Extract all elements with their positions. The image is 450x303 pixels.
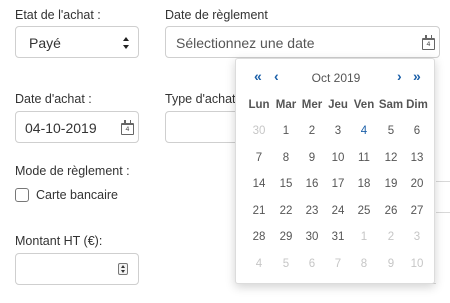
calendar-day[interactable]: 11 <box>351 152 377 164</box>
calendar-day[interactable]: 20 <box>404 178 430 190</box>
date-reglement-input[interactable]: Sélectionnez une date 4 <box>165 26 440 58</box>
date-achat-input[interactable]: 04-10-2019 4 <box>15 111 139 143</box>
calendar-day[interactable]: 6 <box>299 258 325 270</box>
field-edge <box>436 181 450 182</box>
calendar-day[interactable]: 24 <box>325 205 351 217</box>
calendar-day[interactable]: 29 <box>273 231 299 243</box>
etat-achat-label: Etat de l'achat : <box>15 8 101 22</box>
calendar-icon[interactable]: 4 <box>121 120 134 135</box>
calendar-day[interactable]: 9 <box>378 258 404 270</box>
calendar-day[interactable]: 26 <box>378 205 404 217</box>
calendar-day[interactable]: 19 <box>378 178 404 190</box>
weekday-header: Mar <box>275 99 297 111</box>
calendar-day[interactable]: 3 <box>404 231 430 243</box>
calendar-day[interactable]: 17 <box>325 178 351 190</box>
calendar-day[interactable]: 23 <box>299 205 325 217</box>
calendar-day[interactable]: 27 <box>404 205 430 217</box>
chevron-updown-icon <box>123 37 130 49</box>
calendar-day[interactable]: 25 <box>351 205 377 217</box>
date-achat-value: 04-10-2019 <box>25 120 97 136</box>
type-achat-label: Type d'achat <box>165 92 236 106</box>
calendar-day[interactable]: 14 <box>246 178 272 190</box>
mode-reglement-label: Mode de règlement : <box>15 164 130 178</box>
calendar-day[interactable]: 5 <box>378 125 404 137</box>
calendar-day[interactable]: 7 <box>246 152 272 164</box>
calendar-day[interactable]: 22 <box>273 205 299 217</box>
calendar-day[interactable]: 21 <box>246 205 272 217</box>
calendar-day[interactable]: 31 <box>325 231 351 243</box>
calendar-day[interactable]: 30 <box>299 231 325 243</box>
calendar-day[interactable]: 10 <box>404 258 430 270</box>
date-reglement-label: Date de règlement <box>165 8 268 22</box>
next-year-button[interactable]: » <box>413 68 421 84</box>
weekday-header: Mer <box>301 99 323 111</box>
calendar-icon[interactable]: 4 <box>422 35 435 50</box>
calendar-day[interactable]: 5 <box>273 258 299 270</box>
number-stepper-icon[interactable] <box>118 263 128 275</box>
calendar-day[interactable]: 6 <box>404 125 430 137</box>
weekday-header: Sam <box>378 99 404 111</box>
calendar-day[interactable]: 2 <box>299 125 325 137</box>
calendar-day[interactable]: 7 <box>325 258 351 270</box>
calendar-day[interactable]: 3 <box>325 125 351 137</box>
weekday-header: Ven <box>353 99 375 111</box>
datepicker-popup: « ‹ Oct 2019 › » Lun Mar Mer Jeu Ven Sam Dim 3… <box>235 58 435 284</box>
montant-ht-label: Montant HT (€): <box>15 234 103 248</box>
carte-bancaire-checkbox[interactable] <box>15 188 29 202</box>
calendar-day[interactable]: 18 <box>351 178 377 190</box>
calendar-day[interactable]: 4 <box>351 125 377 137</box>
etat-achat-select[interactable]: Payé <box>15 26 139 58</box>
calendar-day[interactable]: 8 <box>351 258 377 270</box>
calendar-day[interactable]: 1 <box>351 231 377 243</box>
field-edge <box>436 212 450 213</box>
calendar-day[interactable]: 9 <box>299 152 325 164</box>
weekday-header: Lun <box>248 99 270 111</box>
calendar-day[interactable]: 1 <box>273 125 299 137</box>
calendar-day[interactable]: 28 <box>246 231 272 243</box>
calendar-day[interactable]: 2 <box>378 231 404 243</box>
weekday-header: Jeu <box>328 99 348 111</box>
montant-ht-input[interactable] <box>15 253 139 285</box>
etat-achat-value: Payé <box>29 35 61 51</box>
calendar-day[interactable]: 12 <box>378 152 404 164</box>
calendar-day[interactable]: 30 <box>246 125 272 137</box>
calendar-day[interactable]: 16 <box>299 178 325 190</box>
next-month-button[interactable]: › <box>397 68 402 84</box>
date-achat-label: Date d'achat : <box>15 92 92 106</box>
calendar-day[interactable]: 10 <box>325 152 351 164</box>
calendar-day[interactable]: 4 <box>246 258 272 270</box>
carte-bancaire-label: Carte bancaire <box>36 188 118 202</box>
weekday-header: Dim <box>406 99 428 111</box>
calendar-day[interactable]: 15 <box>273 178 299 190</box>
datepicker-month-label[interactable]: Oct 2019 <box>236 71 436 85</box>
calendar-day[interactable]: 8 <box>273 152 299 164</box>
date-reglement-placeholder: Sélectionnez une date <box>176 35 315 51</box>
calendar-day[interactable]: 13 <box>404 152 430 164</box>
